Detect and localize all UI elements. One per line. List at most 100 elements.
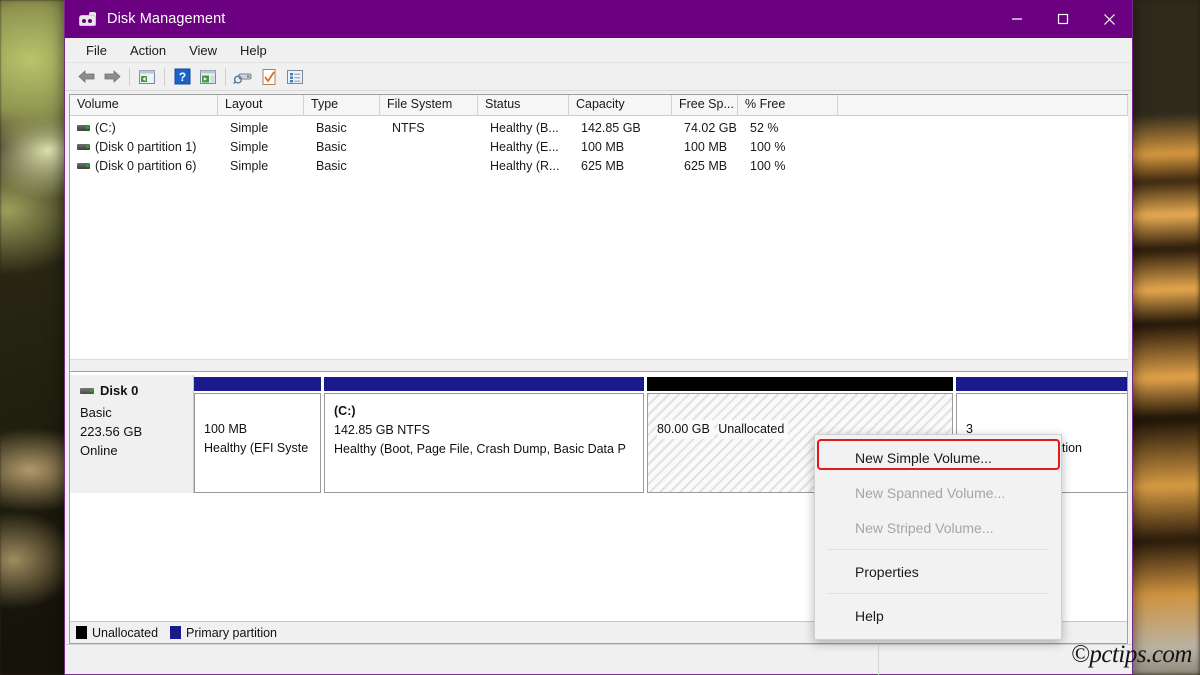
cell-layout: Simple bbox=[230, 139, 269, 154]
toolbar-separator bbox=[164, 67, 165, 86]
column-header-layout[interactable]: Layout bbox=[218, 95, 304, 116]
cell-free-space: 74.02 GB bbox=[684, 120, 737, 135]
partition-capacity-bar bbox=[956, 377, 1127, 391]
disk-state: Online bbox=[80, 443, 118, 458]
show-action-pane-icon[interactable] bbox=[195, 66, 221, 88]
table-row[interactable]: (Disk 0 partition 6) Simple Basic Health… bbox=[70, 156, 1128, 175]
cell-status: Healthy (E... bbox=[490, 139, 559, 154]
partition-capacity-bar bbox=[194, 377, 321, 391]
cell-type: Basic bbox=[316, 139, 347, 154]
status-bar bbox=[65, 644, 1132, 675]
maximize-button[interactable] bbox=[1040, 0, 1086, 38]
column-header-capacity[interactable]: Capacity bbox=[569, 95, 672, 116]
partition-label: (C:) bbox=[334, 404, 356, 418]
volume-icon bbox=[77, 124, 90, 131]
forward-arrow-icon[interactable] bbox=[99, 66, 125, 88]
volume-icon bbox=[77, 143, 90, 150]
cell-status: Healthy (B... bbox=[490, 120, 559, 135]
partition-capacity-bar bbox=[647, 377, 953, 391]
window-title: Disk Management bbox=[107, 11, 226, 27]
toolbar: ? bbox=[65, 63, 1132, 91]
volume-icon bbox=[77, 162, 90, 169]
rescan-disks-icon[interactable] bbox=[230, 66, 256, 88]
partition-c[interactable]: (C:) 142.85 GB NTFS Healthy (Boot, Page … bbox=[324, 377, 644, 493]
close-button[interactable] bbox=[1086, 0, 1132, 38]
volume-list[interactable]: Volume Layout Type File System Status Ca… bbox=[69, 94, 1128, 372]
disk-management-window: Disk Management File Action View Help ? … bbox=[64, 0, 1133, 675]
cell-capacity: 100 MB bbox=[581, 139, 625, 154]
cell-type: Basic bbox=[316, 158, 347, 173]
properties-icon[interactable] bbox=[256, 66, 282, 88]
cell-type: Basic bbox=[316, 120, 347, 135]
column-header-type[interactable]: Type bbox=[304, 95, 380, 116]
disk-name: Disk 0 bbox=[100, 383, 139, 398]
partition-status: Healthy (EFI Syste bbox=[204, 441, 309, 455]
column-header-file-system[interactable]: File System bbox=[380, 95, 478, 116]
column-header-free-space[interactable]: Free Sp... bbox=[672, 95, 738, 116]
watermark: ©pctips.com bbox=[1070, 641, 1193, 668]
cell-free-space: 100 MB bbox=[684, 139, 728, 154]
window-controls bbox=[994, 0, 1132, 38]
partition-status: Unallocated bbox=[718, 420, 789, 439]
cell-capacity: 142.85 GB bbox=[581, 120, 641, 135]
cell-capacity: 625 MB bbox=[581, 158, 625, 173]
disk-size: 223.56 GB bbox=[80, 424, 143, 439]
menu-action[interactable]: Action bbox=[119, 41, 177, 60]
column-header-percent-free[interactable]: % Free bbox=[738, 95, 838, 116]
partition-status: Healthy (Boot, Page File, Crash Dump, Ba… bbox=[334, 442, 626, 456]
menu-item-help[interactable]: Help bbox=[815, 598, 1061, 633]
cell-percent-free: 100 % bbox=[750, 139, 786, 154]
partition-body: 100 MB Healthy (EFI Syste bbox=[194, 393, 321, 493]
cell-layout: Simple bbox=[230, 158, 269, 173]
partition-size: 142.85 GB NTFS bbox=[334, 423, 430, 437]
cell-layout: Simple bbox=[230, 120, 269, 135]
disk-info-panel[interactable]: Disk 0 Basic 223.56 GB Online bbox=[70, 375, 194, 493]
partition-efi[interactable]: 100 MB Healthy (EFI Syste bbox=[194, 377, 321, 493]
column-header-volume[interactable]: Volume bbox=[70, 95, 218, 116]
menu-file[interactable]: File bbox=[75, 41, 118, 60]
cell-volume: (Disk 0 partition 6) bbox=[95, 158, 197, 173]
menu-view[interactable]: View bbox=[178, 41, 228, 60]
highlight-annotation-new-simple-volume bbox=[817, 439, 1060, 470]
list-view-icon[interactable] bbox=[282, 66, 308, 88]
legend-swatch-primary bbox=[170, 626, 182, 639]
help-icon[interactable]: ? bbox=[169, 66, 195, 88]
disk-drive-icon bbox=[79, 11, 96, 27]
disk-name-row: Disk 0 bbox=[80, 383, 193, 398]
legend-label-unallocated: Unallocated bbox=[92, 625, 159, 640]
minimize-button[interactable] bbox=[994, 0, 1040, 38]
menu-bar: File Action View Help bbox=[65, 38, 1132, 63]
column-header-status[interactable]: Status bbox=[478, 95, 569, 116]
menu-item-new-striped-volume: New Striped Volume... bbox=[855, 519, 994, 536]
disk-type: Basic bbox=[80, 405, 112, 420]
partition-capacity-bar bbox=[324, 377, 644, 391]
volume-list-horizontal-scrollbar[interactable] bbox=[70, 359, 1128, 371]
disk-icon bbox=[80, 387, 94, 394]
menu-item-properties[interactable]: Properties bbox=[815, 554, 1061, 589]
title-bar: Disk Management bbox=[65, 0, 1132, 38]
cell-volume: (Disk 0 partition 1) bbox=[95, 139, 197, 154]
volume-list-header: Volume Layout Type File System Status Ca… bbox=[70, 95, 1128, 116]
back-arrow-icon[interactable] bbox=[73, 66, 99, 88]
toolbar-separator bbox=[129, 67, 130, 86]
svg-text:?: ? bbox=[178, 70, 185, 84]
cell-percent-free: 100 % bbox=[750, 158, 786, 173]
partition-size: 100 MB bbox=[204, 422, 248, 436]
column-header-filler[interactable] bbox=[838, 95, 1128, 116]
up-one-level-icon[interactable] bbox=[134, 66, 160, 88]
cell-file-system: NTFS bbox=[392, 120, 425, 135]
menu-help[interactable]: Help bbox=[229, 41, 278, 60]
partition-body: (C:) 142.85 GB NTFS Healthy (Boot, Page … bbox=[324, 393, 644, 493]
context-menu-separator bbox=[827, 593, 1049, 594]
cell-free-space: 625 MB bbox=[684, 158, 728, 173]
toolbar-separator bbox=[225, 67, 226, 86]
table-row[interactable]: (C:) Simple Basic NTFS Healthy (B... 142… bbox=[70, 118, 1128, 137]
cell-percent-free: 52 % bbox=[750, 120, 779, 135]
menu-item-new-spanned-volume: New Spanned Volume... bbox=[855, 484, 1006, 501]
status-bar-left-pane bbox=[65, 644, 879, 675]
cell-status: Healthy (R... bbox=[490, 158, 560, 173]
legend-swatch-unallocated bbox=[76, 626, 87, 639]
legend-label-primary: Primary partition bbox=[186, 625, 278, 640]
table-row[interactable]: (Disk 0 partition 1) Simple Basic Health… bbox=[70, 137, 1128, 156]
context-menu-separator bbox=[827, 549, 1049, 550]
